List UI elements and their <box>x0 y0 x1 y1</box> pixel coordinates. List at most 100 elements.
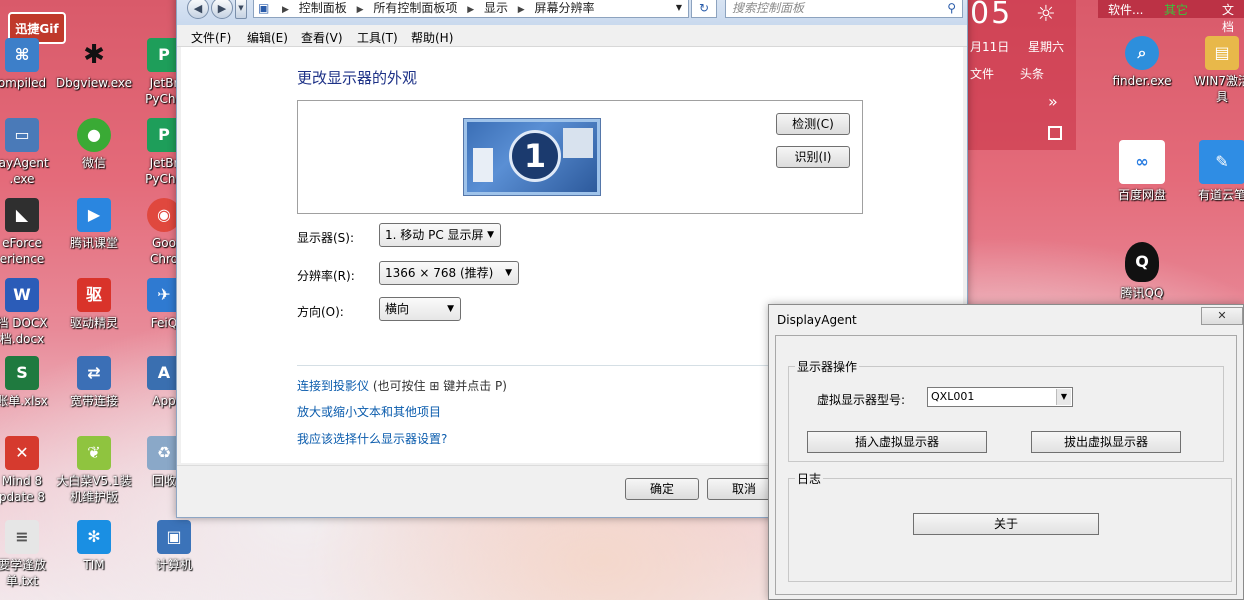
search-icon[interactable]: ⚲ <box>947 0 956 17</box>
address-bar[interactable]: ▣ ▶ 控制面板 ▶ 所有控制面板项 ▶ 显示 ▶ 屏幕分辨率 ▼ <box>253 0 689 18</box>
menu-edit[interactable]: 编辑(E) <box>247 29 288 46</box>
desktop-icon-compiled[interactable]: ⌘ ompiled <box>0 38 62 91</box>
excel-icon: S <box>5 356 39 390</box>
widget-file-link[interactable]: 文件 <box>970 65 994 82</box>
breadcrumb-separator-icon: ▶ <box>517 5 525 15</box>
resolution-select[interactable]: 1366 × 768 (推荐) ▼ <box>379 261 519 285</box>
desktop-icon-label: 要学逢放 <box>0 558 46 572</box>
display-select-value: 1. 移动 PC 显示屏 <box>385 228 484 242</box>
geforce-icon: ◣ <box>5 198 39 232</box>
fence-tab-docs[interactable]: 文档 <box>1222 1 1244 35</box>
breadcrumb-screen-resolution[interactable]: 屏幕分辨率 <box>535 1 595 15</box>
orientation-label: 方向(O): <box>297 305 344 319</box>
desktop-icon-wechat[interactable]: ● 微信 <box>54 118 134 171</box>
desktop-icon-win7-activate[interactable]: ▤ WIN7激活 具 <box>1182 36 1244 105</box>
double-chevron-right-icon[interactable]: » <box>1048 92 1058 111</box>
fence-tab-software[interactable]: 软件... <box>1108 1 1143 18</box>
desktop-icon-label: 驱动精灵 <box>69 316 118 330</box>
desktop-icon-broadband[interactable]: ⇄ 宽带连接 <box>54 356 134 409</box>
back-button[interactable]: ◀ <box>187 0 209 19</box>
forward-button[interactable]: ▶ <box>211 0 233 19</box>
desktop-icon-tencent-classroom[interactable]: ▶ 腾讯课堂 <box>54 198 134 251</box>
menu-view[interactable]: 查看(V) <box>301 29 343 46</box>
desktop-icon-label: 账单.xlsx <box>0 394 48 408</box>
desktop-icon-driver-genius[interactable]: 驱 驱动精灵 <box>54 278 134 331</box>
display-label: 显示器(S): <box>297 231 355 245</box>
desktop-icon-xmind[interactable]: ✕ Mind 8 pdate 8 <box>0 436 62 505</box>
text-file-icon: ≡ <box>5 520 39 554</box>
desktop-icon-computer[interactable]: ▣ 计算机 <box>134 520 214 573</box>
desktop-icon-baidu-netdisk[interactable]: ∞ 百度网盘 <box>1102 140 1182 203</box>
breadcrumb-control-panel[interactable]: 控制面板 <box>299 1 347 15</box>
desktop-icon-youdao-note[interactable]: ✎ 有道云笔 <box>1182 140 1244 203</box>
chevron-down-icon[interactable]: ▼ <box>676 0 682 17</box>
desktop-clock-widget[interactable]: 05 ☼ 月11日 星期六 文件 头条 » <box>964 0 1076 150</box>
desktop-icon-displayagent[interactable]: ▭ layAgent .exe <box>0 118 62 187</box>
refresh-button[interactable]: ↻ <box>691 0 717 18</box>
insert-virtual-display-button[interactable]: 插入虚拟显示器 <box>807 431 987 453</box>
control-panel-icon: ▣ <box>258 1 270 15</box>
breadcrumb-all-items[interactable]: 所有控制面板项 <box>373 1 457 15</box>
group-title: 日志 <box>795 470 824 487</box>
fence-tab-other[interactable]: 其它 <box>1164 1 1188 18</box>
folder-icon: ▤ <box>1205 36 1239 70</box>
arrow-right-icon: ▶ <box>217 1 227 15</box>
desktop-icon-geforce[interactable]: ◣ eForce erience <box>0 198 62 267</box>
desktop-icon-label2: erience <box>0 252 45 266</box>
detect-button[interactable]: 检测(C) <box>776 113 850 135</box>
close-button[interactable]: ✕ <box>1201 307 1243 325</box>
desktop-icon-label2: 具 <box>1215 90 1228 104</box>
display-agent-window: DisplayAgent ✕ 显示器操作 虚拟显示器型号: QXL001 ▼ 插… <box>768 304 1244 600</box>
widget-clock: 05 <box>970 0 1013 31</box>
finder-icon: ⌕ <box>1125 36 1159 70</box>
desktop-icon-cabbage[interactable]: ❦ 大白菜V5.1装 机维护版 <box>54 436 134 505</box>
menu-bar: 文件(F) 编辑(E) 查看(V) 工具(T) 帮助(H) <box>177 25 967 47</box>
orientation-select[interactable]: 横向 ▼ <box>379 297 461 321</box>
desktop-icon-tim[interactable]: ✻ TIM <box>54 520 134 573</box>
tencent-classroom-icon: ▶ <box>77 198 111 232</box>
search-input[interactable]: 搜索控制面板 ⚲ <box>725 0 963 18</box>
computer-icon: ▣ <box>157 520 191 554</box>
qq-icon: Q <box>1125 242 1159 282</box>
breadcrumb-separator-icon: ▶ <box>356 5 364 15</box>
desktop-icon-label2: .exe <box>9 172 35 186</box>
monitor-1-thumbnail[interactable]: 1 <box>464 119 600 195</box>
desktop-icon-label: Dbgview.exe <box>55 76 133 90</box>
history-dropdown-button[interactable]: ▼ <box>235 0 247 19</box>
desktop-icon-qq[interactable]: Q 腾讯QQ <box>1102 242 1182 301</box>
desktop-icon-xlsx[interactable]: S 账单.xlsx <box>0 356 62 409</box>
desktop-icon-label: Mind 8 <box>1 474 43 488</box>
desktop-icon-finder[interactable]: ⌕ finder.exe <box>1102 36 1182 89</box>
qr-code-icon[interactable] <box>1048 126 1062 140</box>
text-size-link[interactable]: 放大或缩小文本和其他项目 <box>297 403 441 420</box>
breadcrumb-display[interactable]: 显示 <box>484 1 508 15</box>
menu-help[interactable]: 帮助(H) <box>411 29 453 46</box>
menu-tools[interactable]: 工具(T) <box>357 29 398 46</box>
desktop-icon-dbgview[interactable]: ✱ Dbgview.exe <box>54 38 134 91</box>
desktop-icon-docx[interactable]: W 档 DOCX 档.docx <box>0 278 62 347</box>
word-doc-icon: W <box>5 278 39 312</box>
display-preview-panel: 1 检测(C) 识别(I) <box>297 100 863 214</box>
about-button[interactable]: 关于 <box>913 513 1099 535</box>
virtual-display-model-select[interactable]: QXL001 ▼ <box>927 387 1073 407</box>
desktop-icon-label2: 单.txt <box>5 574 39 588</box>
desktop-icon-txt[interactable]: ≡ 要学逢放 单.txt <box>0 520 62 589</box>
log-group: 日志 关于 <box>788 470 1232 582</box>
desktop-icon-label2: 档.docx <box>0 332 45 346</box>
projector-link-row: 连接到投影仪 (也可按住 ⊞ 键并点击 P) <box>297 377 507 394</box>
ok-button[interactable]: 确定 <box>625 478 699 500</box>
display-settings-help-link[interactable]: 我应该选择什么显示器设置? <box>297 430 447 447</box>
connect-projector-link[interactable]: 连接到投影仪 <box>297 379 369 393</box>
title-bar[interactable]: DisplayAgent ✕ <box>769 305 1243 335</box>
window-thumbnail-icon <box>563 128 593 158</box>
desktop-icon-label: ompiled <box>0 76 47 90</box>
display-agent-icon: ▭ <box>5 118 39 152</box>
identify-button[interactable]: 识别(I) <box>776 146 850 168</box>
driver-genius-icon: 驱 <box>77 278 111 312</box>
widget-headline-link[interactable]: 头条 <box>1020 65 1044 82</box>
desktop-icon-label: 档 DOCX <box>0 316 48 330</box>
widget-weekday: 星期六 <box>1028 40 1065 54</box>
remove-virtual-display-button[interactable]: 拔出虚拟显示器 <box>1031 431 1181 453</box>
menu-file[interactable]: 文件(F) <box>191 29 231 46</box>
display-select[interactable]: 1. 移动 PC 显示屏 ▼ <box>379 223 501 247</box>
